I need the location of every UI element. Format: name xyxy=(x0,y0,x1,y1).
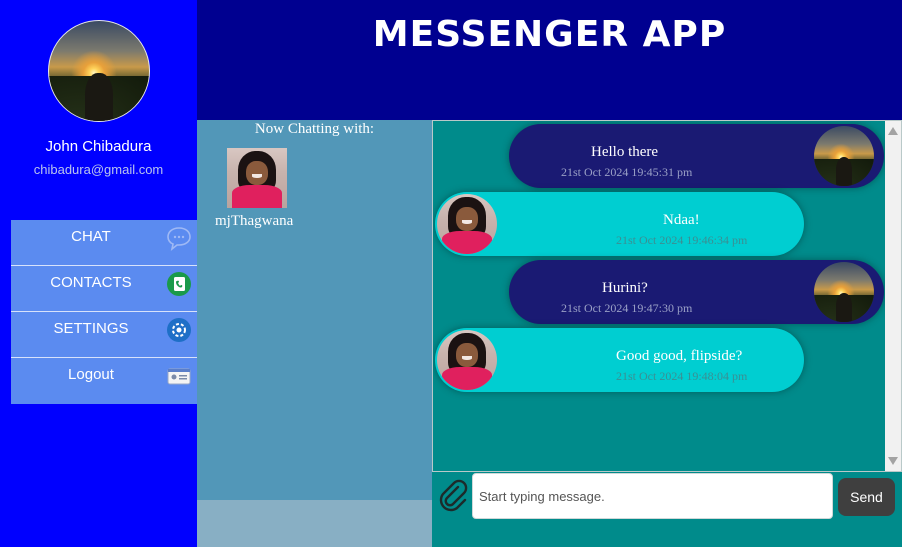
app-header: MESSENGER APP xyxy=(197,0,902,120)
nav-item-logout[interactable]: Logout xyxy=(11,358,197,404)
sender-avatar xyxy=(437,194,497,254)
paperclip-icon[interactable] xyxy=(436,478,470,512)
sidebar: John Chibadura chibadura@gmail.com CHAT … xyxy=(0,0,197,547)
gear-icon xyxy=(166,317,192,343)
message-input[interactable] xyxy=(472,473,833,519)
sender-avatar xyxy=(437,330,497,390)
sender-avatar xyxy=(814,262,874,322)
nav-item-label: CONTACTS xyxy=(50,274,132,291)
now-chatting-panel-footer xyxy=(197,500,432,547)
profile-email: chibadura@gmail.com xyxy=(33,162,164,177)
sender-avatar xyxy=(814,126,874,186)
compose-bar: Send xyxy=(432,472,902,547)
message-text: Good good, flipside? xyxy=(616,348,743,364)
messages-scrollbar[interactable] xyxy=(885,121,901,471)
message-outgoing: Hello there 21st Oct 2024 19:45:31 pm xyxy=(509,124,884,188)
message-timestamp: 21st Oct 2024 19:46:34 pm xyxy=(616,233,748,247)
message-text: Hurini? xyxy=(602,280,648,296)
scroll-down-arrow-icon[interactable] xyxy=(888,457,898,465)
chat-bubble-icon xyxy=(166,225,192,251)
id-card-icon xyxy=(166,363,192,389)
message-timestamp: 21st Oct 2024 19:45:31 pm xyxy=(561,165,693,179)
now-chatting-panel: Now Chatting with: mjThagwana xyxy=(197,120,432,500)
message-timestamp: 21st Oct 2024 19:48:04 pm xyxy=(616,369,748,383)
contact-avatar[interactable] xyxy=(227,148,287,208)
nav-item-settings[interactable]: SETTINGS xyxy=(11,312,197,358)
scroll-up-arrow-icon[interactable] xyxy=(888,127,898,135)
send-button[interactable]: Send xyxy=(838,478,895,516)
profile-avatar[interactable] xyxy=(48,20,150,122)
nav-item-label: CHAT xyxy=(71,228,111,245)
now-chatting-heading: Now Chatting with: xyxy=(254,121,375,137)
phone-book-icon xyxy=(166,271,192,297)
message-incoming: Good good, flipside? 21st Oct 2024 19:48… xyxy=(435,328,804,392)
message-timestamp: 21st Oct 2024 19:47:30 pm xyxy=(561,301,693,315)
message-list[interactable]: Hello there 21st Oct 2024 19:45:31 pm Nd… xyxy=(432,120,902,472)
nav-item-contacts[interactable]: CONTACTS xyxy=(11,266,197,312)
message-text: Hello there xyxy=(591,144,659,160)
app-title: MESSENGER APP xyxy=(372,14,727,55)
nav-item-label: SETTINGS xyxy=(53,320,129,337)
message-text: Ndaa! xyxy=(663,212,700,228)
message-outgoing: Hurini? 21st Oct 2024 19:47:30 pm xyxy=(509,260,884,324)
message-incoming: Ndaa! 21st Oct 2024 19:46:34 pm xyxy=(435,192,804,256)
nav-item-label: Logout xyxy=(68,366,114,383)
nav-menu: CHAT CONTACTS SETTINGS Logout xyxy=(11,220,197,404)
nav-item-chat[interactable]: CHAT xyxy=(11,220,197,266)
contact-name: mjThagwana xyxy=(215,213,294,229)
profile-name: John Chibadura xyxy=(45,138,152,155)
